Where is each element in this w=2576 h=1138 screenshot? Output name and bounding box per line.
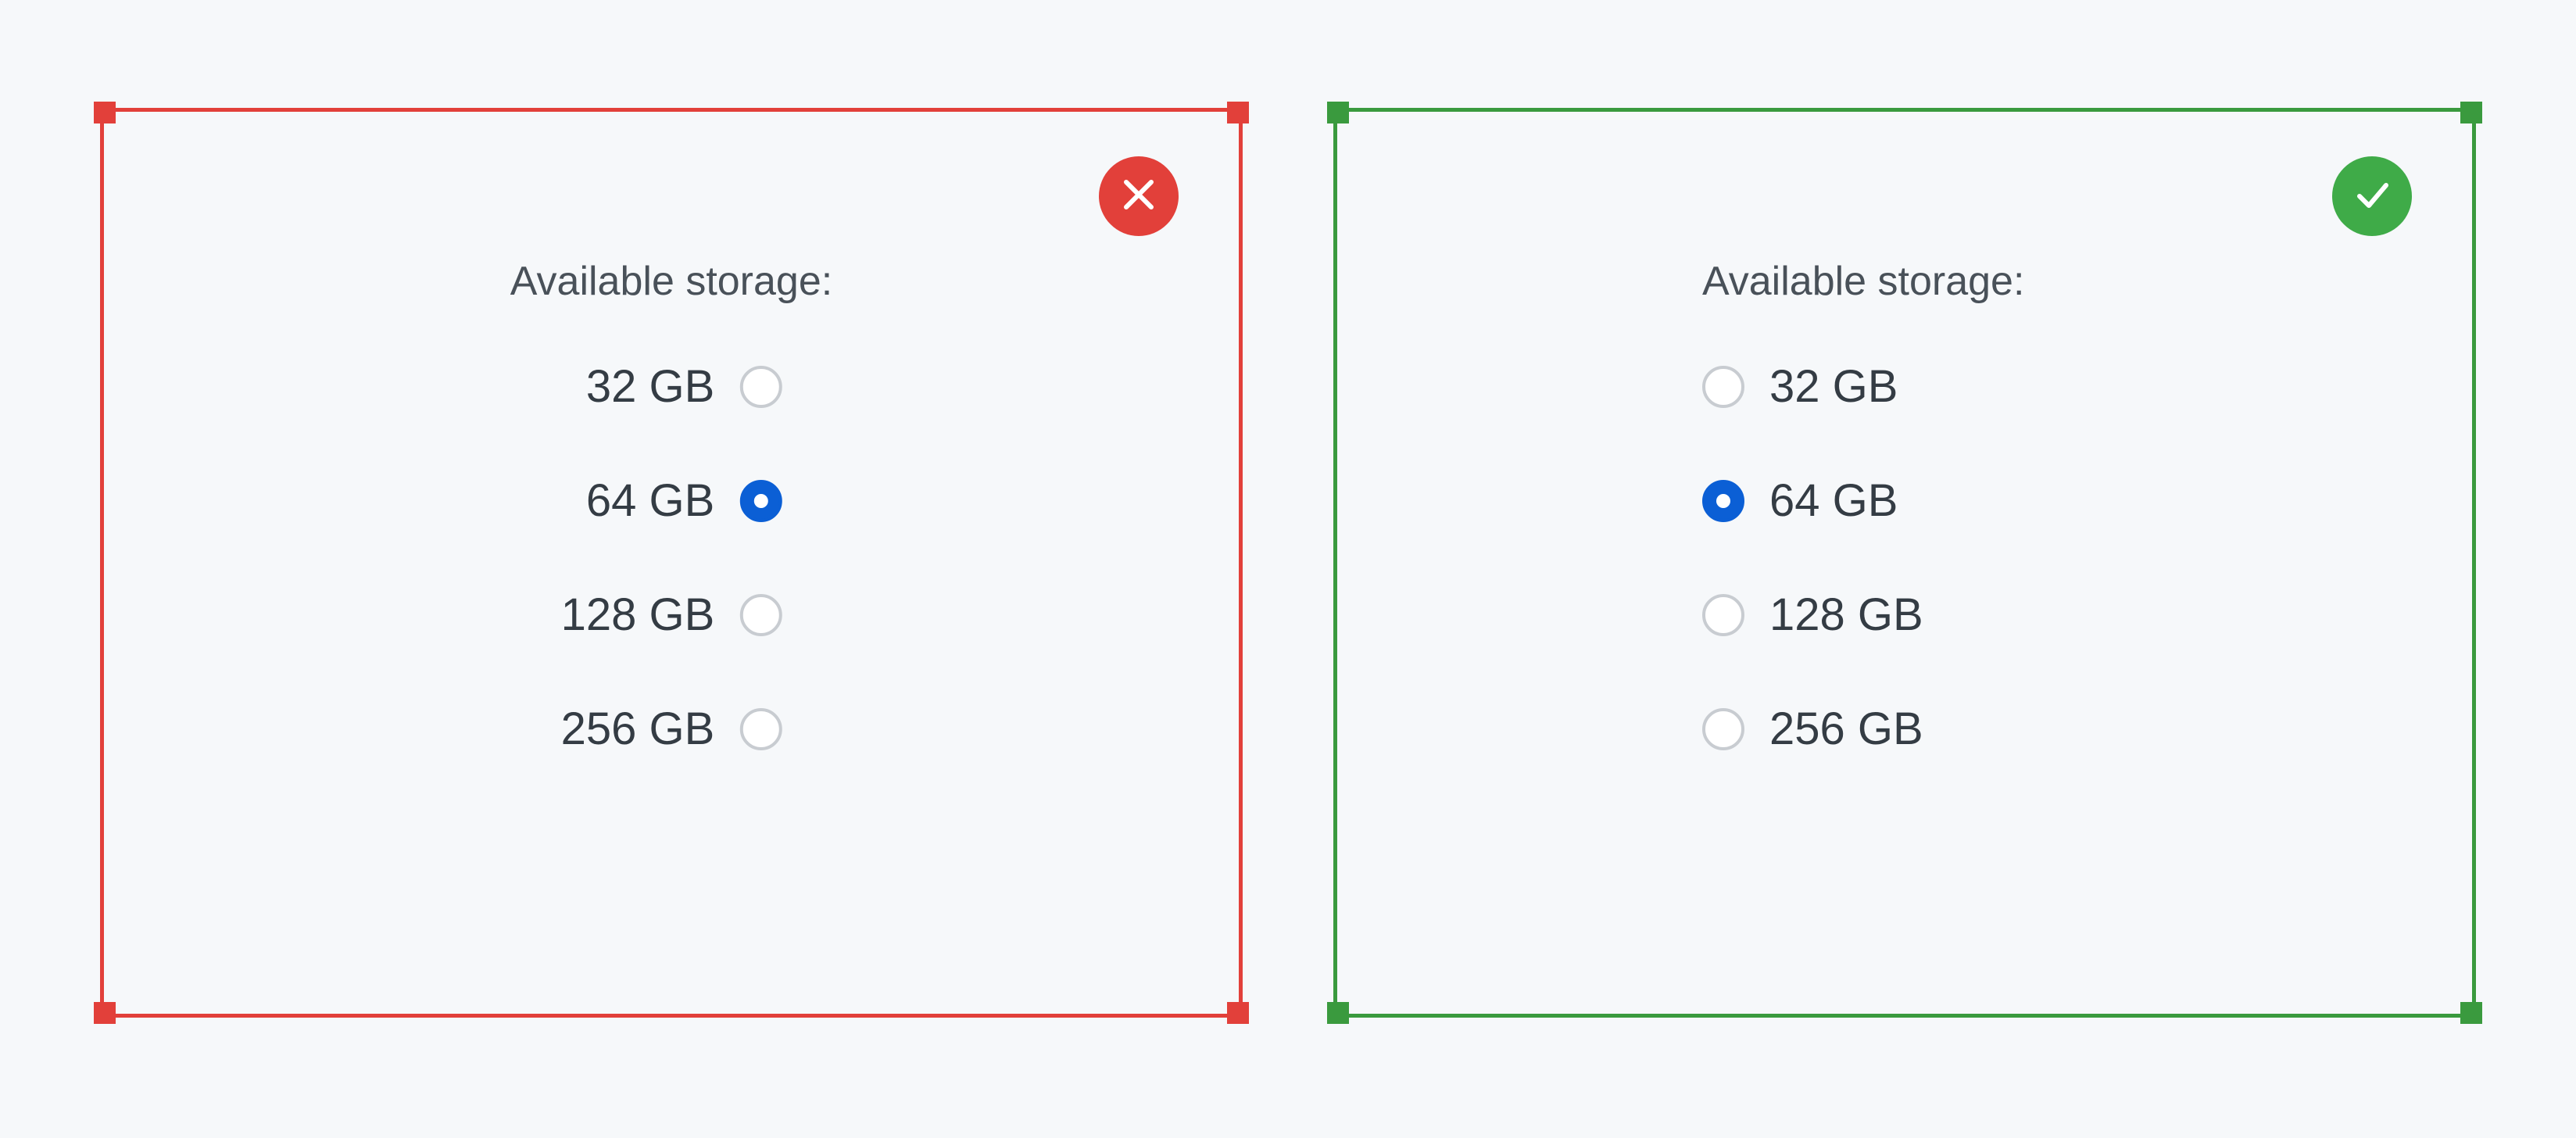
radio-button-icon (739, 594, 782, 636)
good-example-content: Available storage: 32 GB 64 GB 128 GB 25… (1702, 258, 2357, 914)
radio-button-icon (1702, 366, 1744, 408)
radio-option[interactable]: 128 GB (1702, 592, 1923, 638)
radio-button-selected-icon (1702, 480, 1744, 522)
radio-group: 32 GB 64 GB 128 GB 256 GB (561, 364, 782, 752)
bad-example-content: Available storage: 32 GB 64 GB 128 GB 25… (510, 258, 832, 914)
radio-group: 32 GB 64 GB 128 GB 256 GB (1702, 364, 1923, 752)
radio-option[interactable]: 128 GB (561, 592, 782, 638)
option-label: 128 GB (561, 592, 715, 638)
cross-icon (1118, 174, 1159, 219)
radio-button-icon (739, 366, 782, 408)
group-label: Available storage: (510, 258, 832, 305)
option-label: 64 GB (586, 478, 714, 524)
resize-handle-bl[interactable] (94, 1002, 116, 1024)
option-label: 128 GB (1769, 592, 1923, 638)
radio-option[interactable]: 64 GB (1702, 478, 1923, 524)
option-label: 256 GB (561, 707, 715, 752)
good-example-frame: Available storage: 32 GB 64 GB 128 GB 25… (1327, 102, 2482, 1024)
resize-handle-tl[interactable] (94, 102, 116, 123)
radio-option[interactable]: 256 GB (1702, 707, 1923, 752)
radio-option[interactable]: 32 GB (561, 364, 782, 410)
option-label: 32 GB (586, 364, 714, 410)
resize-handle-tr[interactable] (2460, 102, 2482, 123)
check-icon (2352, 174, 2392, 219)
radio-option[interactable]: 256 GB (561, 707, 782, 752)
radio-option[interactable]: 32 GB (1702, 364, 1923, 410)
correct-badge (2332, 156, 2412, 236)
bad-example-frame: Available storage: 32 GB 64 GB 128 GB 25… (94, 102, 1249, 1024)
radio-button-icon (1702, 594, 1744, 636)
resize-handle-br[interactable] (2460, 1002, 2482, 1024)
radio-option[interactable]: 64 GB (561, 478, 782, 524)
resize-handle-bl[interactable] (1327, 1002, 1349, 1024)
radio-button-icon (1702, 708, 1744, 750)
radio-button-selected-icon (739, 480, 782, 522)
group-label: Available storage: (1702, 258, 2024, 305)
resize-handle-br[interactable] (1227, 1002, 1249, 1024)
resize-handle-tr[interactable] (1227, 102, 1249, 123)
incorrect-badge (1099, 156, 1179, 236)
option-label: 64 GB (1769, 478, 1898, 524)
option-label: 32 GB (1769, 364, 1898, 410)
resize-handle-tl[interactable] (1327, 102, 1349, 123)
radio-button-icon (739, 708, 782, 750)
option-label: 256 GB (1769, 707, 1923, 752)
